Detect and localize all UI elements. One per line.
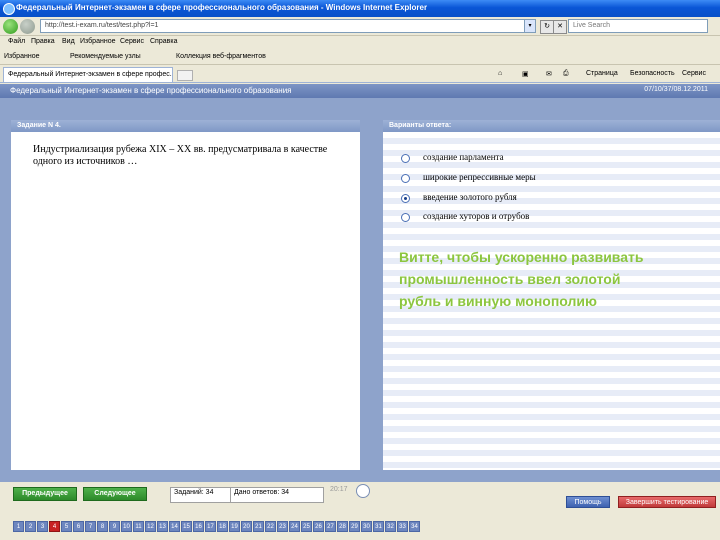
stop-icon[interactable]: ✕ [553,20,567,34]
mail-icon[interactable]: ✉ [546,70,552,78]
new-tab-button[interactable] [177,70,193,81]
page-button-24[interactable]: 24 [289,521,300,532]
browser-tab[interactable]: Федеральный Интернет-экзамен в сфере про… [3,67,173,82]
forward-button[interactable] [20,19,35,34]
page-button-18[interactable]: 18 [217,521,228,532]
home-icon[interactable]: ⌂ [498,70,502,77]
tasks-count: Заданий: 34 [170,487,232,503]
page-button-22[interactable]: 22 [265,521,276,532]
timer: 20:17 [330,486,348,493]
address-row: http://test.i-exam.ru/test/test.php?l=1 … [0,17,720,36]
window-title-bar: Федеральный Интернет-экзамен в сфере про… [0,0,720,17]
answers-heading: Варианты ответа: [383,120,720,132]
menu-tools[interactable]: Сервис [120,38,144,45]
page-button-31[interactable]: 31 [373,521,384,532]
page-button-26[interactable]: 26 [313,521,324,532]
page-button-4[interactable]: 4 [49,521,60,532]
page-button-32[interactable]: 32 [385,521,396,532]
question-panel [11,120,360,470]
page-button-15[interactable]: 15 [181,521,192,532]
page-button-3[interactable]: 3 [37,521,48,532]
page-button-27[interactable]: 27 [325,521,336,532]
app-header: Федеральный Интернет-экзамен в сфере про… [0,84,720,98]
page-button-1[interactable]: 1 [13,521,24,532]
page-button-16[interactable]: 16 [193,521,204,532]
page-button-13[interactable]: 13 [157,521,168,532]
page-button-9[interactable]: 9 [109,521,120,532]
menu-edit[interactable]: Правка [31,38,55,45]
app-title: Федеральный Интернет-экзамен в сфере про… [10,86,292,95]
page-button-7[interactable]: 7 [85,521,96,532]
page-number-bar [0,516,720,540]
page-button-19[interactable]: 19 [229,521,240,532]
answer-label: широкие репрессивные меры [423,172,536,182]
safety-menu[interactable]: Безопасность [630,70,675,77]
answer-label: создание хуторов и отрубов [423,211,530,221]
answer-label: создание парламента [423,152,504,162]
clock-icon [356,484,370,498]
favorites-button[interactable]: Избранное [4,53,39,60]
page-button-33[interactable]: 33 [397,521,408,532]
question-text: Индустриализация рубежа XIX – XX вв. пре… [33,144,328,167]
tools-menu[interactable]: Сервис [682,70,706,77]
answer-label: введение золотого рубля [423,192,517,202]
search-input[interactable]: Live Search [568,19,708,33]
page-menu[interactable]: Страница [586,70,618,77]
page-button-17[interactable]: 17 [205,521,216,532]
page-button-11[interactable]: 11 [133,521,144,532]
page-button-20[interactable]: 20 [241,521,252,532]
session-info: 07/10/37/08.12.2011 [644,86,708,93]
end-test-button[interactable]: Завершить тестирование [618,496,716,508]
page-button-12[interactable]: 12 [145,521,156,532]
menu-view[interactable]: Вид [62,38,75,45]
menu-file[interactable]: Файл [8,38,25,45]
question-heading: Задание N 4. [11,120,360,132]
page-button-6[interactable]: 6 [73,521,84,532]
ie-icon [3,3,15,15]
page-button-30[interactable]: 30 [361,521,372,532]
page-button-28[interactable]: 28 [337,521,348,532]
address-bar[interactable]: http://test.i-exam.ru/test/test.php?l=1 [40,19,526,33]
print-icon[interactable]: ⎙ [563,70,569,78]
radio-button-selected[interactable] [401,194,410,203]
suggested-sites-link[interactable]: Рекомендуемые узлы [70,53,141,60]
menu-bar: Файл Правка Вид Избранное Сервис Справка [0,37,720,49]
favorites-bar: Избранное Рекомендуемые узлы Коллекция в… [0,50,720,65]
help-button[interactable]: Помощь [566,496,610,508]
tab-row: Федеральный Интернет-экзамен в сфере про… [0,66,720,83]
page-button-10[interactable]: 10 [121,521,132,532]
page-button-23[interactable]: 23 [277,521,288,532]
radio-button[interactable] [401,174,410,183]
page-button-14[interactable]: 14 [169,521,180,532]
page-button-25[interactable]: 25 [301,521,312,532]
window-title: Федеральный Интернет-экзамен в сфере про… [16,3,428,12]
page-button-29[interactable]: 29 [349,521,360,532]
address-dropdown-icon[interactable]: ▾ [524,19,536,33]
answered-count: Дано ответов: 34 [230,487,324,503]
page-button-34[interactable]: 34 [409,521,420,532]
menu-help[interactable]: Справка [150,38,177,45]
feeds-icon[interactable]: ▣ [522,70,529,78]
page-button-5[interactable]: 5 [61,521,72,532]
page-button-8[interactable]: 8 [97,521,108,532]
refresh-icon[interactable]: ↻ [540,20,554,34]
web-slice-gallery-link[interactable]: Коллекция веб-фрагментов [176,53,266,60]
previous-button[interactable]: Предыдущее [13,487,77,501]
back-button[interactable] [3,19,18,34]
page-button-21[interactable]: 21 [253,521,264,532]
annotation-note: Витте, чтобы ускоренно развивать промышл… [399,249,644,309]
page-button-2[interactable]: 2 [25,521,36,532]
radio-button[interactable] [401,213,410,222]
next-button[interactable]: Следующее [83,487,147,501]
menu-favorites[interactable]: Избранное [80,38,115,45]
radio-button[interactable] [401,154,410,163]
